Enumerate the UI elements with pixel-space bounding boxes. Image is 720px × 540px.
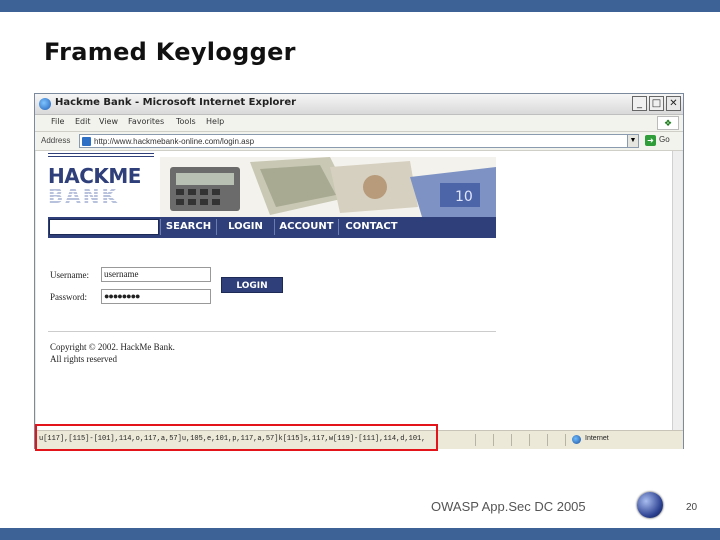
nav-contact-button[interactable]: CONTACT (338, 219, 404, 235)
login-button[interactable]: LOGIN (221, 277, 283, 293)
password-label: Password: (50, 292, 88, 302)
status-divider (565, 434, 566, 446)
content-divider (48, 331, 496, 332)
windows-logo-icon: ❖ (657, 116, 679, 130)
status-highlight-box (35, 424, 438, 451)
status-divider (529, 434, 530, 446)
menu-view[interactable]: View (99, 117, 118, 126)
bank-nav-bar: SEARCH LOGIN ACCOUNT CONTACT (48, 217, 496, 238)
slide-top-bar (0, 0, 720, 12)
menu-file[interactable]: File (51, 117, 64, 126)
owasp-logo-icon (637, 492, 663, 518)
hackme-bank-logo: HACKME BANK (48, 165, 156, 209)
username-input[interactable]: username (101, 267, 211, 282)
go-button[interactable]: ➜ Go (645, 134, 679, 148)
browser-window: Hackme Bank - Microsoft Internet Explore… (34, 93, 684, 449)
status-divider (493, 434, 494, 446)
vertical-scrollbar[interactable] (672, 151, 682, 430)
logo-text-bank: BANK (48, 184, 119, 208)
page-number: 20 (686, 502, 698, 513)
url-dropdown-icon[interactable]: ▼ (627, 134, 639, 148)
zone-label: Internet (585, 435, 609, 442)
nav-login-button[interactable]: LOGIN (216, 219, 274, 235)
status-divider (547, 434, 548, 446)
svg-text:10: 10 (455, 189, 473, 205)
internet-zone-icon (572, 435, 581, 444)
bank-search-input[interactable] (49, 219, 159, 235)
password-input[interactable]: ●●●●●●●● (101, 289, 211, 304)
menu-favorites[interactable]: Favorites (128, 117, 164, 126)
logo-stripe (48, 153, 154, 159)
address-bar: Address http://www.hackmebank-online.com… (35, 132, 683, 151)
internet-explorer-icon (39, 98, 51, 110)
copyright-line-2: All rights reserved (50, 354, 117, 364)
menu-help[interactable]: Help (206, 117, 224, 126)
close-button[interactable]: ✕ (666, 96, 681, 111)
slide-footer: OWASP App.Sec DC 2005 (431, 499, 586, 514)
copyright-line-1: Copyright © 2002. HackMe Bank. (50, 342, 175, 352)
status-divider (511, 434, 512, 446)
username-label: Username: (50, 270, 89, 280)
slide-title: Framed Keylogger (44, 38, 296, 66)
menu-bar: File Edit View Favorites Tools Help ❖ (35, 115, 683, 132)
go-arrow-icon: ➜ (645, 135, 656, 146)
url-text: http://www.hackmebank-online.com/login.a… (94, 137, 255, 146)
menu-edit[interactable]: Edit (75, 117, 91, 126)
menu-tools[interactable]: Tools (176, 117, 196, 126)
go-label: Go (659, 135, 670, 144)
maximize-button[interactable]: □ (649, 96, 664, 111)
address-label: Address (41, 136, 71, 145)
nav-account-button[interactable]: ACCOUNT (274, 219, 338, 235)
copyright-text: Copyright © 2002. HackMe Bank. All right… (50, 341, 175, 365)
page-content: HACKME BANK 10 SEARCH LOGIN ACCOUNT CONT… (36, 151, 682, 430)
url-input[interactable]: http://www.hackmebank-online.com/login.a… (79, 134, 635, 148)
page-icon (82, 137, 91, 146)
status-divider (475, 434, 476, 446)
nav-search-button[interactable]: SEARCH (160, 219, 216, 235)
banner-money-image: 10 (160, 157, 496, 217)
slide-bottom-bar (0, 528, 720, 540)
minimize-button[interactable]: _ (632, 96, 647, 111)
browser-titlebar[interactable]: Hackme Bank - Microsoft Internet Explore… (35, 94, 683, 115)
window-title: Hackme Bank - Microsoft Internet Explore… (55, 97, 297, 108)
